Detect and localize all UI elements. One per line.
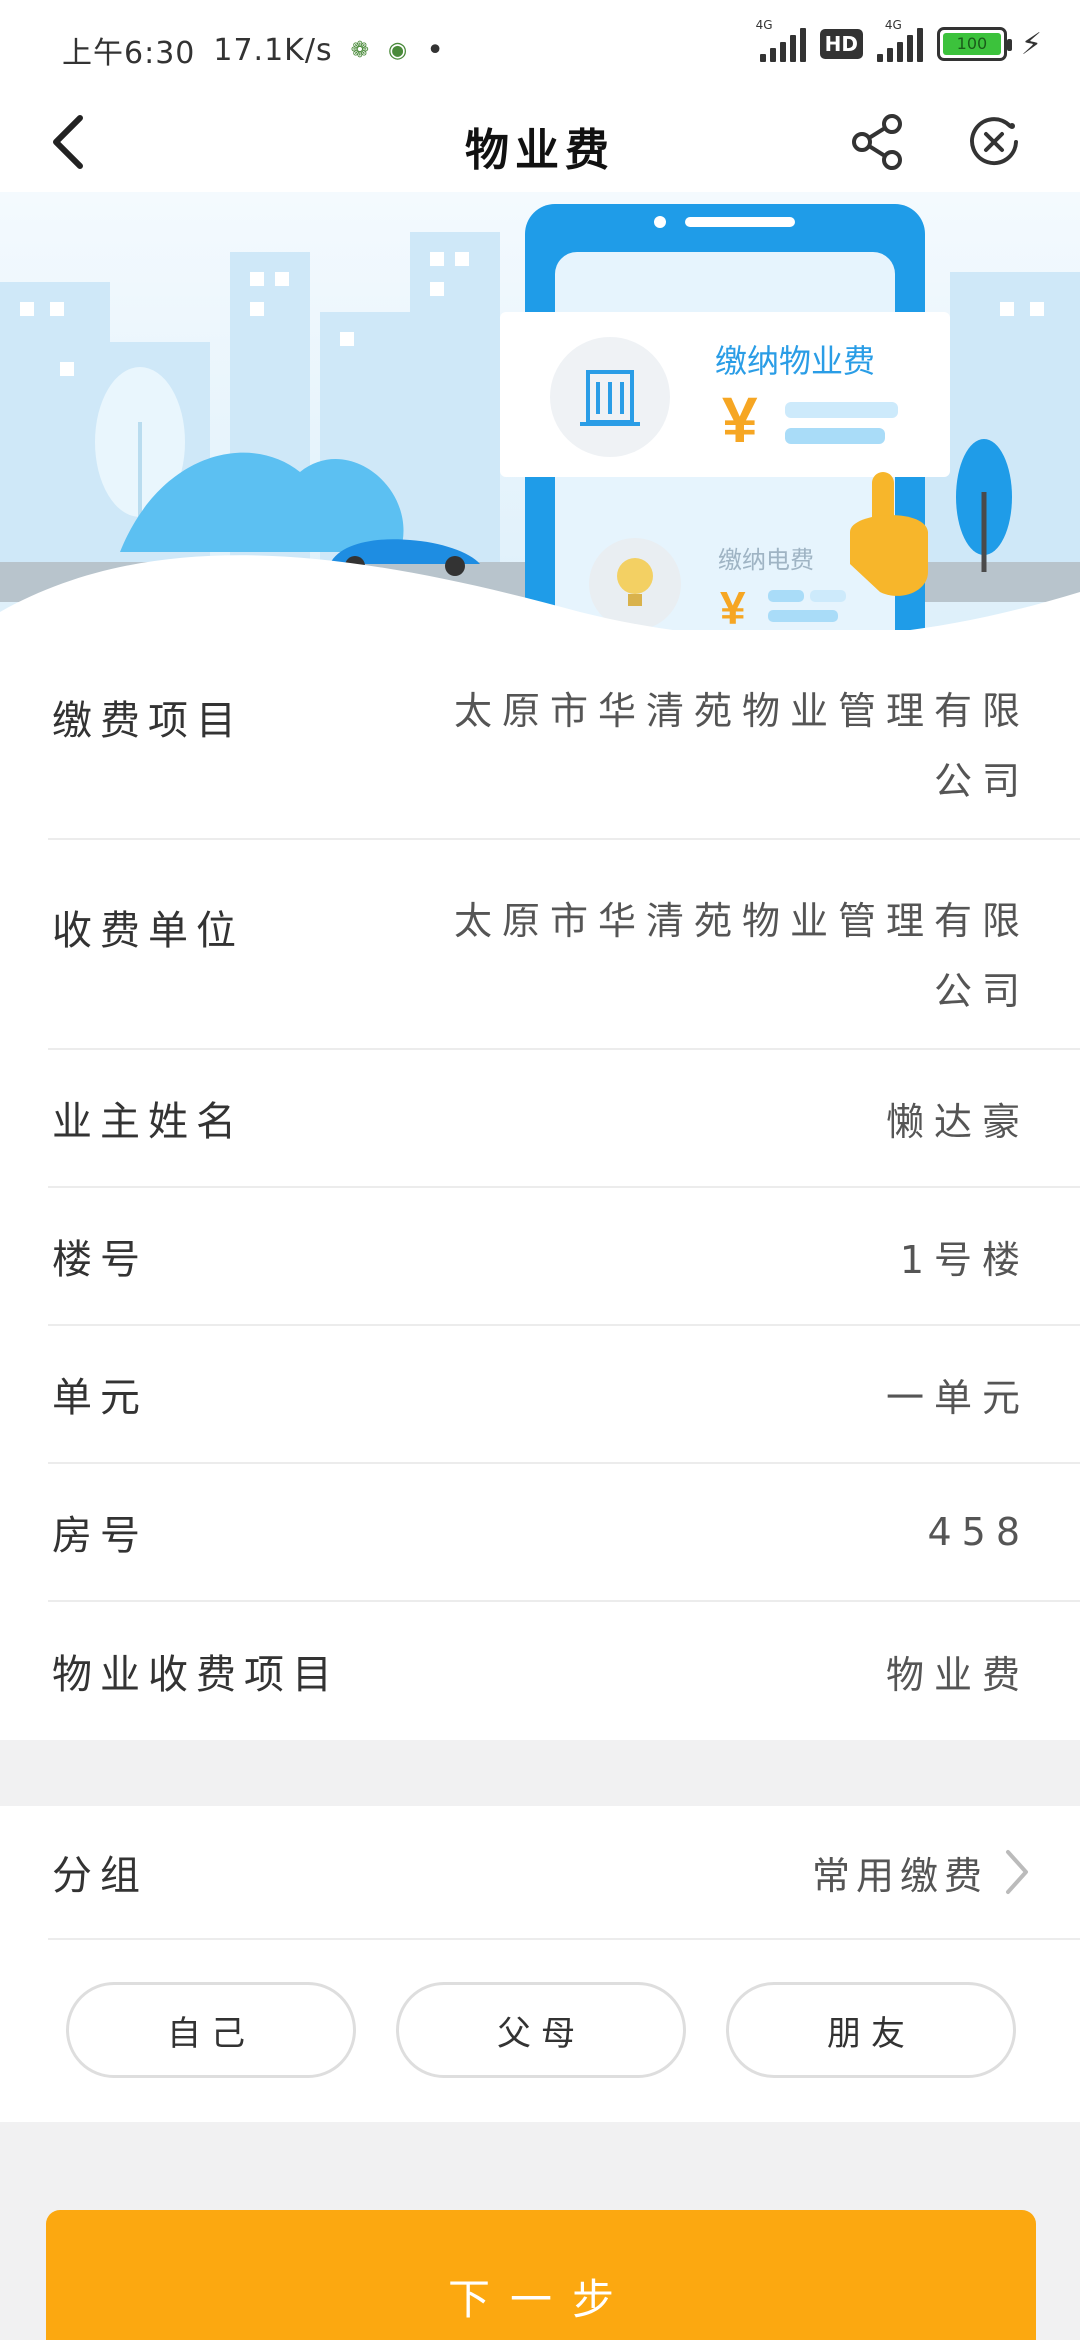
network-type-label: 4G (755, 18, 773, 32)
chip-self[interactable]: 自己 (66, 1982, 356, 2078)
info-row-building: 楼号 1号楼 (48, 1188, 1080, 1326)
notification-icon-2: ◉ (388, 37, 409, 63)
network-speed: 17.1K/s (213, 32, 333, 68)
nav-bar: 物业费 (0, 92, 1080, 192)
chip-parents[interactable]: 父母 (396, 1982, 686, 2078)
group-panel: 分组 常用缴费 自己 父母 朋友 (0, 1806, 1080, 2122)
notification-icon: ❁ (350, 37, 371, 63)
close-circle-icon (970, 117, 1018, 166)
owner-name-label: 业主姓名 (52, 1099, 244, 1145)
room-label: 房号 (52, 1513, 148, 1559)
banner-card-currency: ¥ (722, 384, 758, 456)
group-value: 常用缴费 (811, 1853, 988, 1898)
info-row-owner-name: 业主姓名 懒达豪 (48, 1050, 1080, 1188)
network-type-label-2: 4G (884, 18, 902, 32)
payment-item-value: 太原市华清苑物业管理有限公司 (453, 689, 1030, 803)
status-right: 4G HD 4G 100 ⚡ (756, 18, 1042, 62)
group-label: 分组 (52, 1853, 148, 1899)
next-step-button[interactable]: 下一步 (46, 2210, 1036, 2340)
fee-item-value: 物业费 (885, 1652, 1030, 1697)
share-icon (852, 114, 902, 170)
status-left: 上午6:30 17.1K/s ❁ ◉ • (62, 28, 445, 72)
bill-info-list: 缴费项目 太原市华清苑物业管理有限公司 收费单位 太原市华清苑物业管理有限公司 … (0, 630, 1080, 1740)
info-row-unit: 单元 一单元 (48, 1326, 1080, 1464)
more-notifications-dot-icon: • (426, 32, 445, 68)
hd-badge: HD (819, 29, 863, 59)
building-label: 楼号 (52, 1237, 148, 1283)
group-selector[interactable]: 分组 常用缴费 (48, 1806, 1080, 1940)
battery-level: 100 (942, 33, 1001, 55)
info-row-payee: 收费单位 太原市华清苑物业管理有限公司 (48, 840, 1080, 1050)
fee-item-label: 物业收费项目 (52, 1652, 340, 1698)
group-right: 常用缴费 (812, 1845, 1080, 1900)
info-row-fee-item: 物业收费项目 物业费 (48, 1602, 1080, 1740)
signal-icon-2: 4G (876, 18, 923, 62)
unit-value: 一单元 (885, 1375, 1030, 1420)
room-value: 458 (927, 1510, 1030, 1554)
banner-card2-title: 缴纳电费 (718, 547, 814, 574)
info-row-room: 房号 458 (48, 1464, 1080, 1602)
unit-label: 单元 (52, 1375, 148, 1421)
banner-illustration: 缴纳物业费 ¥ 缴纳电费 ¥ (0, 192, 1080, 662)
signal-icon: 4G (756, 18, 806, 62)
close-button[interactable] (964, 112, 1024, 172)
payment-item-label: 缴费项目 (52, 698, 244, 744)
share-button[interactable] (848, 112, 908, 172)
group-chips: 自己 父母 朋友 (0, 1982, 1080, 2078)
banner-card-title: 缴纳物业费 (715, 343, 875, 379)
info-row-payment-item: 缴费项目 太原市华清苑物业管理有限公司 (48, 630, 1080, 840)
status-bar: 上午6:30 17.1K/s ❁ ◉ • 4G HD 4G 100 ⚡ (0, 0, 1080, 92)
building-value: 1号楼 (899, 1237, 1030, 1282)
battery-icon: 100 (936, 27, 1012, 61)
payee-label: 收费单位 (52, 908, 244, 954)
charging-icon: ⚡ (1020, 26, 1042, 62)
payee-value: 太原市华清苑物业管理有限公司 (453, 899, 1030, 1013)
banner-art: 缴纳物业费 ¥ 缴纳电费 ¥ (0, 192, 1080, 662)
banner-card2-currency: ¥ (720, 582, 746, 634)
chip-friends[interactable]: 朋友 (726, 1982, 1016, 2078)
chevron-right-icon (1006, 1850, 1028, 1894)
page-title: 物业费 (465, 125, 615, 176)
owner-name-value: 懒达豪 (885, 1099, 1030, 1144)
status-time: 上午6:30 (62, 36, 196, 71)
